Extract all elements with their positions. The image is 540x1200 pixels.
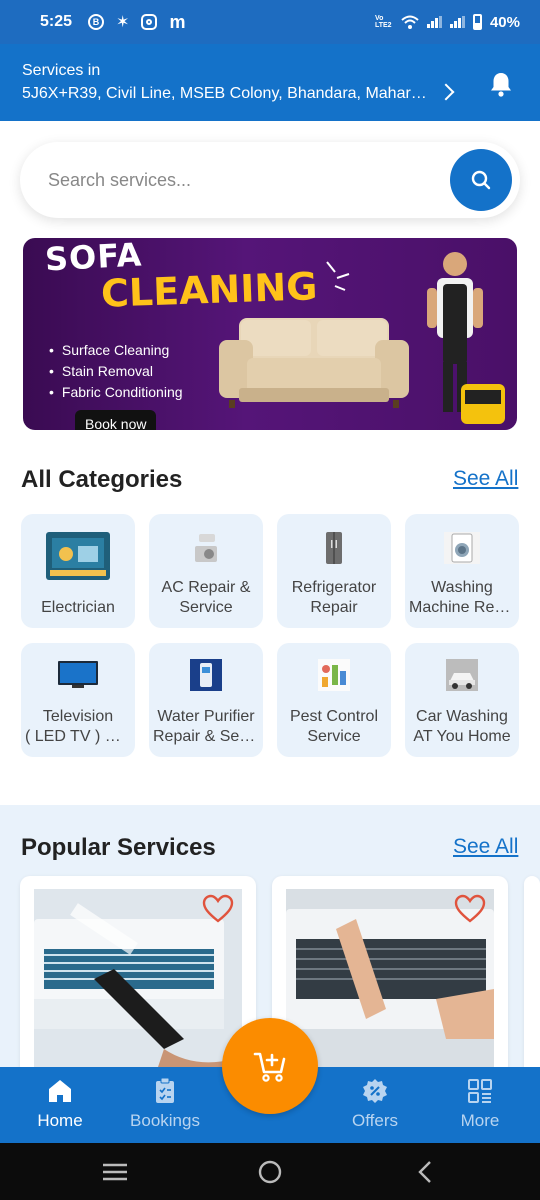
location-label: Services in xyxy=(22,62,101,79)
category-label: Electrician xyxy=(41,599,115,616)
banner-bullet: Fabric Conditioning xyxy=(49,384,183,400)
washing-machine-image xyxy=(444,532,480,564)
sparkle-icon xyxy=(326,261,350,291)
category-label: Pest Control Service xyxy=(289,708,379,745)
wifi-icon xyxy=(401,15,419,29)
nav-more[interactable]: More xyxy=(430,1067,530,1143)
cart-button[interactable] xyxy=(222,1018,318,1114)
location-header[interactable]: Services in 5J6X+R39, Civil Line, MSEB C… xyxy=(0,44,540,121)
signal-icon xyxy=(449,16,465,28)
search-input[interactable]: Search services... xyxy=(48,170,191,191)
category-tile-car-washing[interactable]: Car Washing AT You Home xyxy=(405,643,519,757)
category-tile-refrigerator[interactable]: Refrigerator Repair xyxy=(277,514,391,628)
home-icon xyxy=(49,1080,71,1102)
categories-see-all-link[interactable]: See All xyxy=(453,467,518,491)
category-tile-water-purifier[interactable]: Water Purifier Repair & Service xyxy=(149,643,263,757)
category-tile-ac-repair[interactable]: AC Repair & Service xyxy=(149,514,263,628)
recent-apps-icon[interactable] xyxy=(102,1162,128,1182)
location-address[interactable]: 5J6X+R39, Civil Line, MSEB Colony, Bhand… xyxy=(22,85,432,103)
electrician-image xyxy=(46,532,110,580)
category-label: Car Washing AT You Home xyxy=(413,708,511,745)
worker-image xyxy=(427,252,505,424)
nav-home-label: Home xyxy=(37,1111,83,1130)
popular-title: Popular Services xyxy=(21,834,216,861)
nav-home[interactable]: Home xyxy=(10,1067,110,1143)
nav-bookings[interactable]: Bookings xyxy=(115,1067,215,1143)
battery-percent: 40% xyxy=(489,13,520,31)
nav-more-label: More xyxy=(460,1111,500,1130)
grid-icon xyxy=(468,1079,492,1103)
notification-icons: B ✶ m xyxy=(88,12,185,33)
refrigerator-image xyxy=(326,532,342,564)
sofa-image xyxy=(219,318,409,408)
service-card-partial[interactable] xyxy=(524,876,540,1076)
pest-control-image xyxy=(318,659,350,691)
promo-banner[interactable]: SOFA CLEANING Surface Cleaning Stain Rem… xyxy=(23,238,517,430)
category-label: Television ( LED TV ) Repair xyxy=(25,708,131,745)
back-icon[interactable] xyxy=(415,1160,435,1184)
nav-bookings-label: Bookings xyxy=(130,1111,200,1130)
home-button-icon[interactable] xyxy=(257,1159,283,1185)
system-navigation-bar xyxy=(0,1143,540,1200)
category-tile-television[interactable]: Television ( LED TV ) Repair xyxy=(21,643,135,757)
heart-icon[interactable] xyxy=(454,894,486,924)
book-now-button[interactable]: Book now xyxy=(75,410,157,430)
volte-icon: Vo LTE2 xyxy=(374,15,392,29)
category-label: Refrigerator Repair xyxy=(291,579,377,616)
water-purifier-image xyxy=(190,659,222,691)
nav-offers-label: Offers xyxy=(352,1111,398,1130)
instagram-icon xyxy=(141,14,158,30)
b-circle-icon: B xyxy=(88,14,105,30)
search-button[interactable] xyxy=(450,149,512,211)
search-bar[interactable]: Search services... xyxy=(20,142,520,218)
search-icon xyxy=(471,170,491,190)
category-tile-pest-control[interactable]: Pest Control Service xyxy=(277,643,391,757)
service-card[interactable] xyxy=(20,876,256,1076)
status-time: 5:25 xyxy=(40,13,73,30)
bell-icon[interactable] xyxy=(487,70,515,98)
category-tile-washing-machine[interactable]: Washing Machine Repair xyxy=(405,514,519,628)
car-washing-image xyxy=(446,659,478,691)
nav-offers[interactable]: Offers xyxy=(325,1067,425,1143)
category-label: Water Purifier Repair & Service xyxy=(153,708,259,745)
cart-add-icon xyxy=(253,1052,286,1082)
system-icons: Vo LTE2 40% xyxy=(375,14,520,31)
popular-see-all-link[interactable]: See All xyxy=(453,835,518,859)
heart-icon[interactable] xyxy=(202,894,234,924)
categories-title: All Categories xyxy=(21,466,183,493)
ac-image xyxy=(195,534,217,562)
m-icon: m xyxy=(169,11,186,32)
category-label: Washing Machine Repair xyxy=(409,579,515,616)
battery-icon xyxy=(472,14,482,30)
signal-icon xyxy=(426,16,442,28)
banner-bullets: Surface Cleaning Stain Removal Fabric Co… xyxy=(49,342,183,405)
banner-headline-2: CLEANING xyxy=(100,264,319,316)
television-image xyxy=(58,661,98,688)
banner-bullet: Stain Removal xyxy=(49,363,183,379)
discount-badge-icon xyxy=(363,1079,387,1103)
status-bar: 5:25 B ✶ m Vo LTE2 40% xyxy=(0,0,540,44)
category-label: AC Repair & Service xyxy=(161,579,251,616)
banner-bullet: Surface Cleaning xyxy=(49,342,183,358)
chevron-right-icon[interactable] xyxy=(437,83,455,101)
asterisk-icon: ✶ xyxy=(116,14,130,31)
clipboard-icon xyxy=(156,1078,174,1103)
category-tile-electrician[interactable]: Electrician xyxy=(21,514,135,628)
